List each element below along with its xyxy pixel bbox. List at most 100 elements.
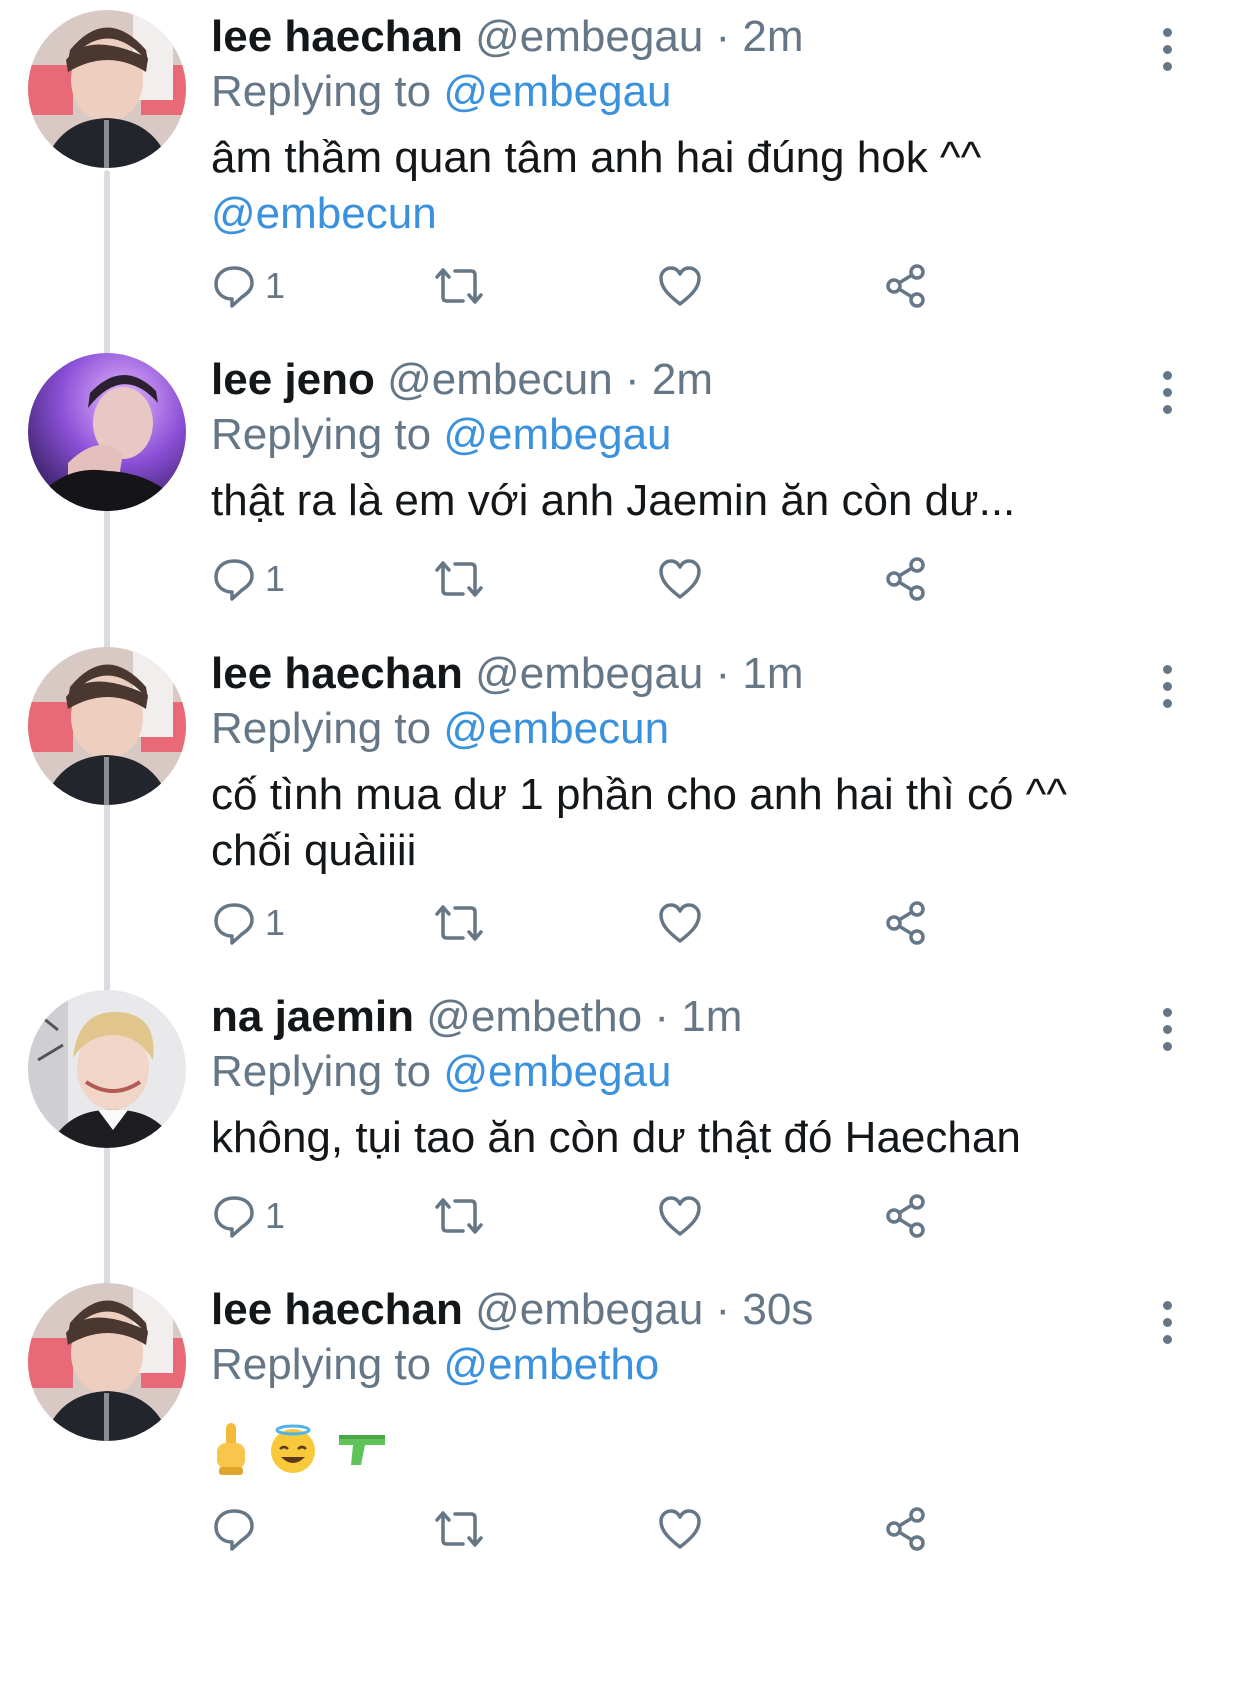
reply-count: 1 (265, 902, 286, 943)
tweet-actions: 1 (211, 256, 1111, 316)
user-handle: @embegau (475, 12, 704, 61)
tweet-4[interactable]: na jaemin @embetho · 1m Replying to @emb… (0, 990, 1240, 1330)
more-options-button[interactable] (1152, 1301, 1182, 1345)
like-button[interactable] (657, 893, 703, 953)
more-icon-dot (1163, 699, 1172, 708)
more-options-button[interactable] (1152, 28, 1182, 72)
like-icon (659, 1509, 701, 1549)
reply-icon (214, 266, 254, 308)
tweet-text-line-2: chối quàiiii (211, 826, 417, 875)
replying-to-label: Replying to (211, 410, 432, 459)
display-name[interactable]: lee jeno (211, 355, 375, 404)
reply-count: 1 (265, 558, 286, 599)
retweet-button[interactable] (431, 256, 487, 316)
reply-button[interactable]: 1 (211, 893, 285, 953)
more-icon (1163, 1301, 1172, 1310)
tweet-2[interactable]: lee jeno @embecun · 2m Replying to @embe… (0, 353, 1240, 693)
separator-dot: · (715, 12, 731, 61)
display-name[interactable]: lee haechan (211, 1285, 463, 1334)
reply-icon (214, 1509, 254, 1551)
avatar-haechan[interactable] (28, 647, 186, 805)
tweet-text: không, tụi tao ăn còn dư thật đó Haechan (211, 1110, 1171, 1166)
tweet-actions: 1 (211, 549, 1111, 609)
replying-to-link[interactable]: @embecun (443, 704, 669, 753)
replying-to-link[interactable]: @embegau (443, 410, 671, 459)
mention-link[interactable]: @embecun (211, 186, 1171, 242)
more-icon-dot (1163, 405, 1172, 414)
timestamp[interactable]: 1m (742, 649, 803, 698)
replying-to-link[interactable]: @embegau (443, 1047, 671, 1096)
timestamp[interactable]: 30s (742, 1285, 813, 1334)
replying-to-link[interactable]: @embetho (443, 1340, 659, 1389)
tweet-text: âm thầm quan tâm anh hai đúng hok ^^ @em… (211, 130, 1171, 242)
replying-to-label: Replying to (211, 1340, 432, 1389)
tweet-actions: 1 (211, 1186, 1111, 1246)
share-button[interactable] (883, 549, 929, 609)
reply-button[interactable]: 1 (211, 549, 285, 609)
retweet-icon (435, 268, 483, 304)
tweet-1[interactable]: lee haechan @embegau · 2m Replying to @e… (0, 10, 1240, 350)
share-icon (886, 557, 925, 601)
retweet-icon (435, 1198, 483, 1234)
share-button[interactable] (883, 256, 929, 316)
share-button[interactable] (883, 1186, 929, 1246)
replying-to-label: Replying to (211, 1047, 432, 1096)
separator-dot: · (624, 355, 640, 404)
tweet-text: cố tình mua dư 1 phần cho anh hai thì có… (211, 767, 1171, 879)
reply-icon (214, 903, 254, 945)
user-handle: @embegau (475, 1285, 704, 1334)
middle-finger-emoji (217, 1423, 245, 1475)
tweet-text: thật ra là em với anh Jaemin ăn còn dư..… (211, 473, 1171, 529)
reply-button[interactable] (211, 1499, 265, 1559)
separator-dot: · (654, 992, 669, 1041)
replying-to-label: Replying to (211, 704, 432, 753)
avatar-jeno[interactable] (28, 353, 186, 511)
tweet-3[interactable]: lee haechan @embegau · 1m Replying to @e… (0, 647, 1240, 987)
like-button[interactable] (657, 1499, 703, 1559)
tweet-actions: 1 (211, 893, 1111, 953)
avatar-jaemin[interactable] (28, 990, 186, 1148)
timestamp[interactable]: 1m (681, 992, 742, 1041)
more-icon (1163, 371, 1172, 380)
like-icon (659, 903, 701, 943)
tweet-actions (211, 1499, 1111, 1559)
retweet-button[interactable] (431, 1186, 487, 1246)
more-options-button[interactable] (1152, 1008, 1182, 1052)
reply-icon (214, 1196, 254, 1238)
avatar-haechan[interactable] (28, 1283, 186, 1441)
user-handle: @embegau (475, 649, 704, 698)
more-icon-dot (1163, 1318, 1172, 1327)
share-button[interactable] (883, 1499, 929, 1559)
halo-smile-emoji (271, 1424, 315, 1473)
more-icon-dot (1163, 682, 1172, 691)
more-options-button[interactable] (1152, 371, 1182, 415)
like-button[interactable] (657, 549, 703, 609)
display-name[interactable]: lee haechan (211, 649, 463, 698)
display-name[interactable]: lee haechan (211, 12, 463, 61)
reply-button[interactable]: 1 (211, 1186, 285, 1246)
retweet-button[interactable] (431, 1499, 487, 1559)
retweet-button[interactable] (431, 893, 487, 953)
reply-count: 1 (265, 265, 286, 306)
like-button[interactable] (657, 256, 703, 316)
like-button[interactable] (657, 1186, 703, 1246)
tweet-emoji-row (211, 1419, 1171, 1479)
share-button[interactable] (883, 893, 929, 953)
tweet-text-line: không, tụi tao ăn còn dư thật đó Haechan (211, 1113, 1021, 1162)
timestamp[interactable]: 2m (742, 12, 803, 61)
timestamp[interactable]: 2m (652, 355, 713, 404)
more-icon (1163, 1008, 1172, 1017)
reply-button[interactable]: 1 (211, 256, 285, 316)
display-name[interactable]: na jaemin (211, 992, 414, 1041)
more-icon (1163, 28, 1172, 37)
retweet-icon (435, 1511, 483, 1547)
replying-to-link[interactable]: @embegau (443, 67, 671, 116)
more-options-button[interactable] (1152, 665, 1182, 709)
tweet-5[interactable]: lee haechan @embegau · 30s Replying to @… (0, 1283, 1240, 1699)
share-icon (886, 901, 925, 945)
retweet-button[interactable] (431, 549, 487, 609)
avatar-haechan[interactable] (28, 10, 186, 168)
like-icon (659, 559, 701, 599)
water-pistol-emoji (339, 1435, 385, 1465)
more-icon-dot (1163, 1042, 1172, 1051)
